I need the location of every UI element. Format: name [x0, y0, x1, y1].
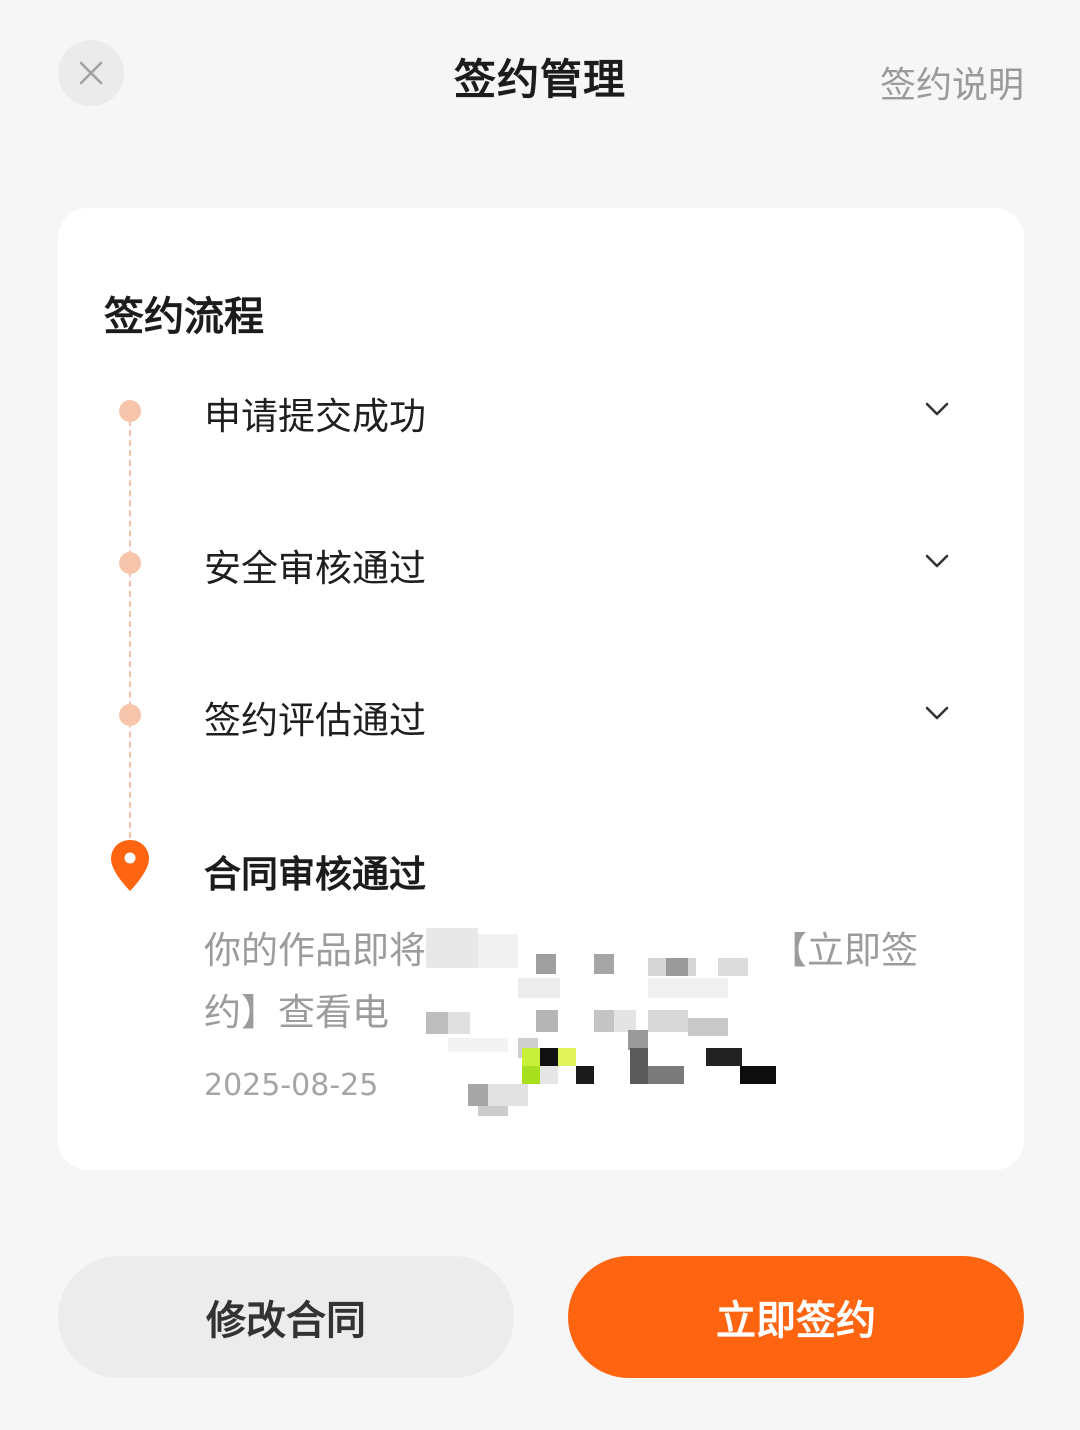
help-link[interactable]: 签约说明 — [880, 56, 1024, 108]
process-card: 签约流程 申请提交成功 安全审核通过 签约评估通过 合同审核通过 你的作品即将 … — [58, 208, 1024, 1170]
step-label: 申请提交成功 — [204, 395, 426, 438]
description-text: 约】查看电 — [204, 991, 389, 1034]
timeline-line — [129, 420, 131, 838]
chevron-down-icon[interactable] — [922, 698, 952, 728]
location-pin-icon — [111, 840, 149, 891]
header-bar: 签约管理 签约说明 — [0, 0, 1080, 150]
redacted-mosaic — [418, 920, 798, 1116]
step-dot — [119, 704, 141, 726]
step-item[interactable]: 签约评估通过 — [58, 676, 1024, 756]
step-label: 签约评估通过 — [204, 699, 426, 742]
step-item[interactable]: 安全审核通过 — [58, 524, 1024, 604]
chevron-down-icon[interactable] — [922, 394, 952, 424]
modify-contract-button[interactable]: 修改合同 — [58, 1256, 514, 1378]
description-text: 你的作品即将 — [204, 929, 426, 972]
card-title: 签约流程 — [104, 294, 264, 340]
step-dot — [119, 400, 141, 422]
sign-now-button[interactable]: 立即签约 — [568, 1256, 1024, 1378]
step-label: 安全审核通过 — [204, 547, 426, 590]
step-date: 2025-08-25 — [204, 1068, 379, 1103]
current-step-label: 合同审核通过 — [204, 853, 426, 896]
step-item[interactable]: 申请提交成功 — [58, 372, 1024, 452]
step-dot — [119, 552, 141, 574]
chevron-down-icon[interactable] — [922, 546, 952, 576]
